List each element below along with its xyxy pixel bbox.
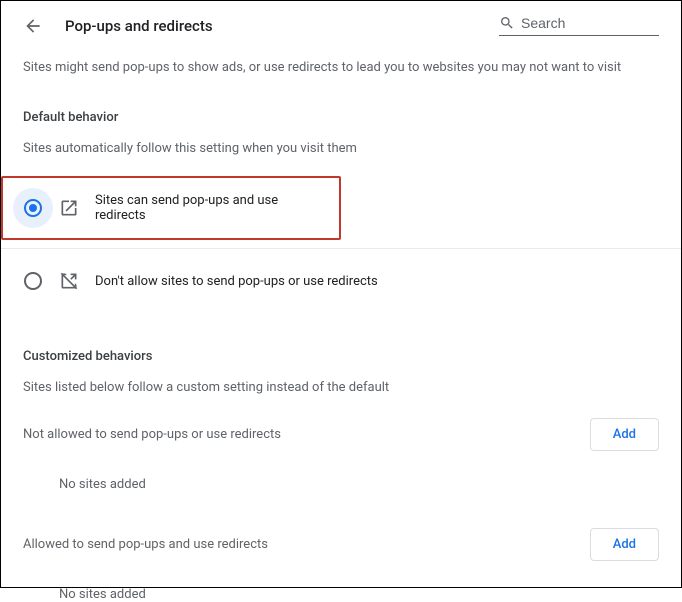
default-behavior-subtext: Sites automatically follow this setting … [23,139,659,159]
radio-block-popups[interactable]: Don't allow sites to send pop-ups or use… [1,249,681,313]
radio-block-label: Don't allow sites to send pop-ups or use… [95,274,378,289]
add-not-allowed-button[interactable]: Add [590,418,659,451]
search-field[interactable] [499,15,659,36]
radio-allow-label: Sites can send pop-ups and use redirects [95,193,319,223]
not-allowed-title: Not allowed to send pop-ups or use redir… [23,427,281,442]
default-behavior-heading: Default behavior [23,110,659,125]
radio-indicator [13,261,53,301]
intro-text: Sites might send pop-ups to show ads, or… [23,58,659,78]
allowed-title: Allowed to send pop-ups and use redirect… [23,537,268,552]
radio-indicator [13,188,53,228]
customized-subtext: Sites listed below follow a custom setti… [23,378,659,398]
page-title: Pop-ups and redirects [65,17,499,35]
add-allowed-button[interactable]: Add [590,528,659,561]
customized-heading: Customized behaviors [23,349,659,364]
launch-off-icon [59,271,79,291]
search-input[interactable] [521,15,659,31]
allowed-empty: No sites added [23,587,659,602]
search-icon [499,15,515,31]
back-arrow-icon[interactable] [23,16,43,36]
launch-icon [59,198,79,218]
radio-allow-popups[interactable]: Sites can send pop-ups and use redirects [1,176,341,240]
not-allowed-empty: No sites added [23,477,659,492]
